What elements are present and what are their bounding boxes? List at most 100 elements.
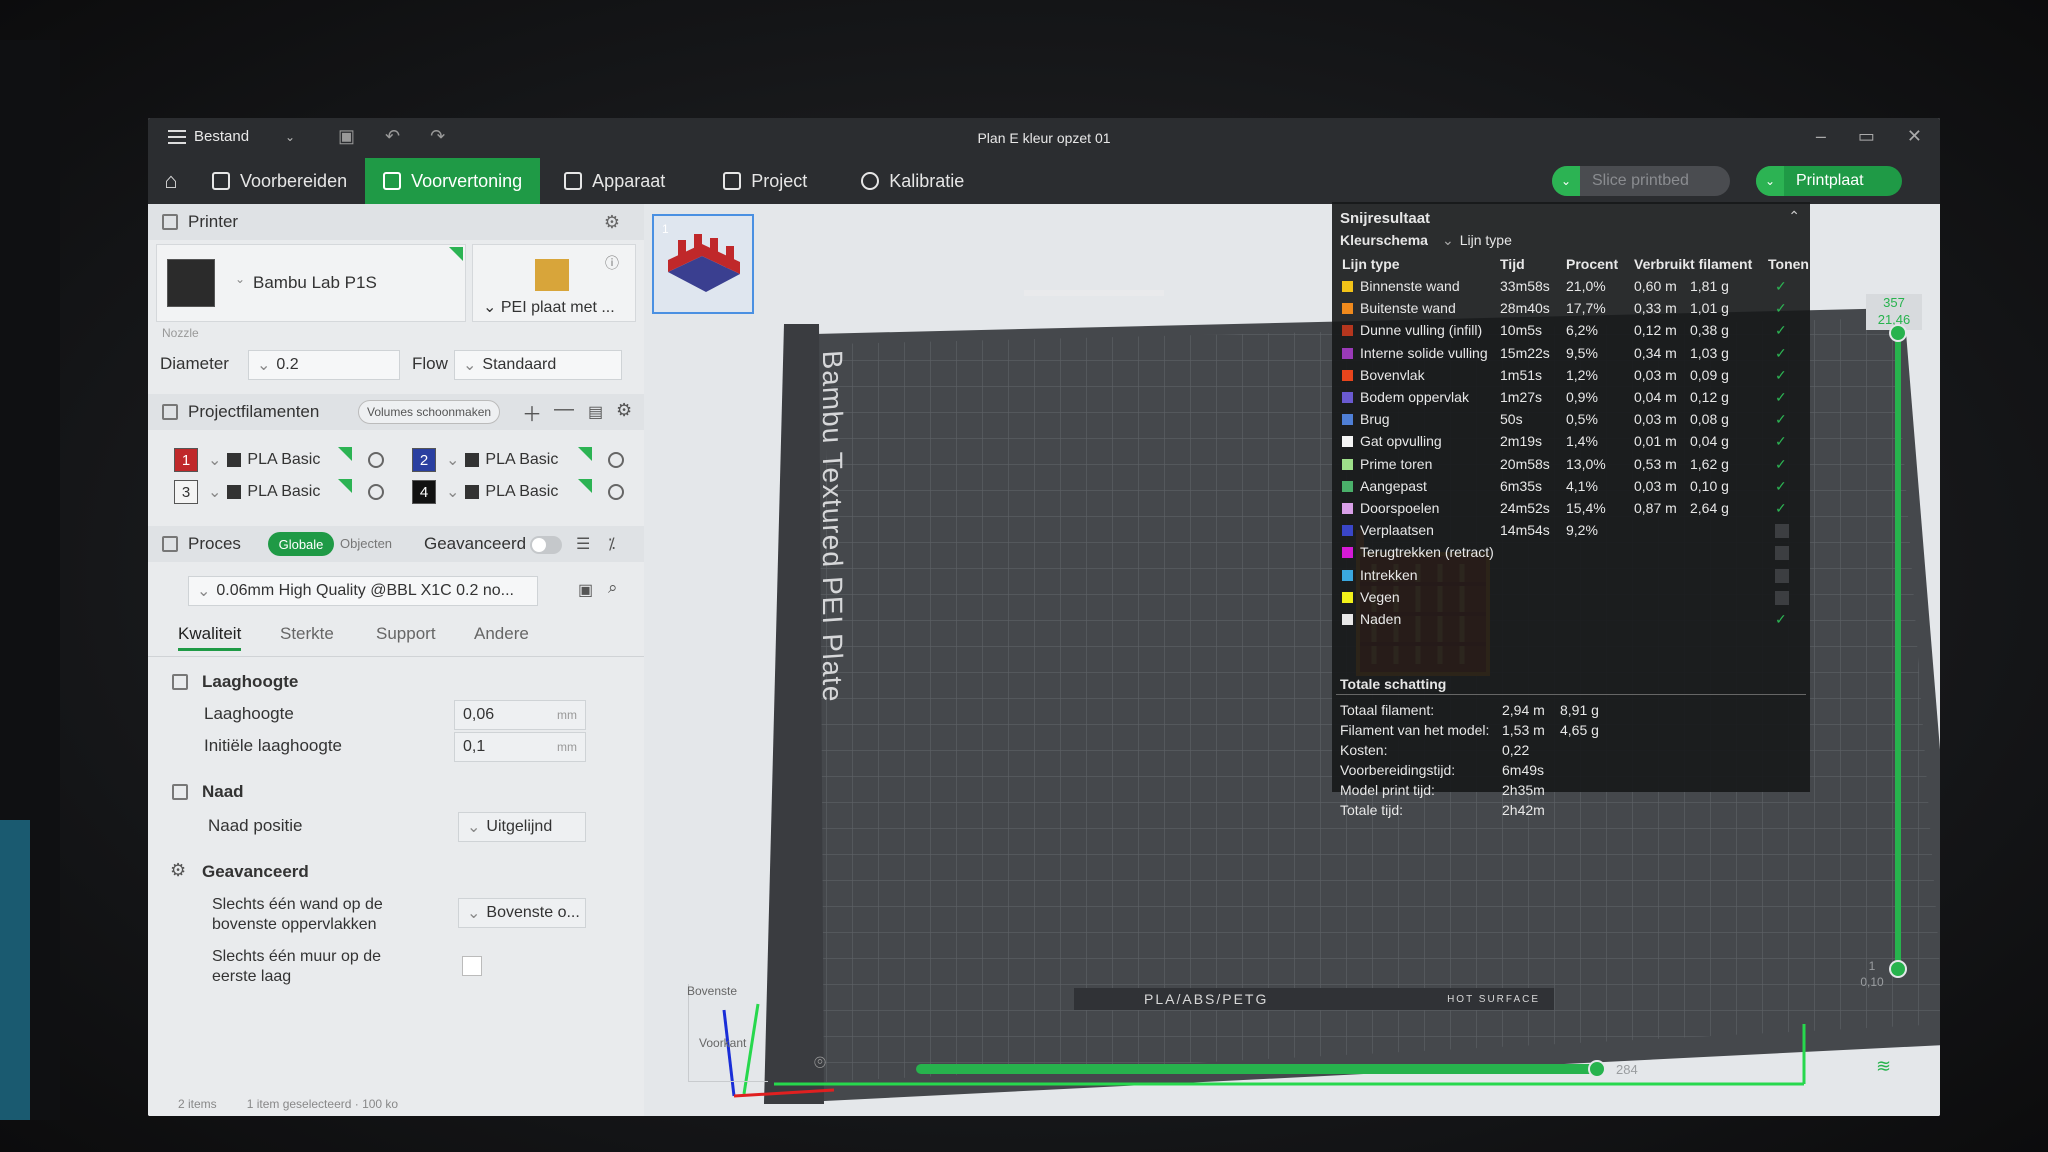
filament-select-1[interactable]: ⌄ PLA Basic: [208, 446, 320, 474]
visibility-checkbox[interactable]: ✓: [1775, 611, 1787, 628]
visibility-checkbox[interactable]: ✓: [1775, 433, 1787, 450]
slice-button[interactable]: ⌄ Slice printbed: [1552, 166, 1730, 196]
cell-name: Terugtrekken (retract): [1360, 544, 1494, 561]
tab-support[interactable]: Support: [376, 624, 436, 644]
tab-other[interactable]: Andere: [474, 624, 529, 644]
visibility-checkbox[interactable]: [1775, 590, 1789, 605]
info-icon[interactable]: ⓘ: [605, 253, 619, 273]
more-options-icon[interactable]: [368, 452, 384, 468]
orientation-cube[interactable]: Bovenste Voorkant: [687, 984, 768, 1082]
tab-calibration[interactable]: Kalibratie: [843, 158, 982, 204]
sync-icon[interactable]: ▤: [588, 402, 603, 422]
cell-name: Vegen: [1360, 588, 1400, 605]
cell-name: Doorspoelen: [1360, 500, 1440, 516]
status-items: 2 items: [178, 1097, 217, 1111]
hot-surface-warning: HOT SURFACE: [1447, 993, 1540, 1005]
layer-top-handle[interactable]: [1889, 324, 1907, 342]
clean-volumes-button[interactable]: Volumes schoonmaken: [358, 400, 501, 424]
filament-select-3[interactable]: ⌄ PLA Basic: [208, 478, 320, 506]
tab-preview[interactable]: Voorvertoning: [365, 158, 541, 204]
tab-quality[interactable]: Kwaliteit: [178, 624, 242, 651]
advanced-toggle[interactable]: [530, 536, 562, 554]
check-corner-icon: [338, 479, 352, 493]
initial-layer-input[interactable]: 0,1 mm: [454, 732, 586, 762]
one-wall-top-select[interactable]: ⌄ Bovenste o...: [458, 898, 586, 928]
tab-prepare[interactable]: Voorbereiden: [194, 158, 365, 204]
home-icon[interactable]: ⌂: [148, 158, 194, 204]
printer-card[interactable]: ⌄ Bambu Lab P1S: [156, 244, 466, 322]
visibility-checkbox[interactable]: [1775, 568, 1789, 583]
plate-text: Bambu Textured PEI Plate: [817, 349, 848, 704]
layer-height-input[interactable]: 0,06 mm: [454, 700, 586, 730]
visibility-checkbox[interactable]: ✓: [1775, 389, 1787, 406]
cell-time: 1m51s: [1500, 366, 1543, 383]
cell-g: 0,12 g: [1690, 389, 1729, 405]
gear-icon[interactable]: ⚙: [604, 212, 620, 233]
visibility-checkbox[interactable]: ✓: [1775, 300, 1787, 317]
tab-global[interactable]: Globale: [268, 532, 334, 556]
cell-name: Aangepast: [1360, 477, 1427, 494]
print-plate-button[interactable]: ⌄ Printplaat: [1756, 166, 1902, 196]
list-icon[interactable]: ☰: [576, 534, 590, 554]
visibility-checkbox[interactable]: ✓: [1775, 367, 1787, 384]
one-wall-first-checkbox[interactable]: [462, 956, 482, 976]
cell-g: 0,04 g: [1690, 433, 1729, 450]
calibration-icon: [861, 172, 880, 190]
visibility-checkbox[interactable]: ✓: [1775, 478, 1787, 495]
tab-device[interactable]: Apparaat: [546, 158, 683, 204]
col-header: Procent: [1566, 256, 1619, 272]
visibility-checkbox[interactable]: ✓: [1775, 345, 1787, 362]
camera-reset-icon[interactable]: ⌾: [814, 1052, 826, 1075]
collapse-icon[interactable]: ⌃: [1788, 208, 1800, 225]
tab-objects[interactable]: Objecten: [340, 536, 392, 551]
visibility-checkbox[interactable]: ✓: [1775, 278, 1787, 295]
visibility-checkbox[interactable]: [1775, 546, 1789, 561]
color-swatch: [1342, 525, 1353, 537]
more-options-icon[interactable]: [368, 484, 384, 500]
filament-select-4[interactable]: ⌄ PLA Basic: [446, 478, 558, 506]
visibility-checkbox[interactable]: ✓: [1775, 456, 1787, 473]
seam-select[interactable]: ⌄ Uitgelijnd: [458, 812, 586, 842]
move-progress-slider[interactable]: [916, 1064, 1596, 1074]
layer-range-slider[interactable]: [1895, 330, 1901, 970]
process-profile-select[interactable]: ⌄ 0.06mm High Quality @BBL X1C 0.2 no...: [188, 576, 538, 606]
cell-g: 2,64 g: [1690, 500, 1729, 516]
filament-select-2[interactable]: ⌄ PLA Basic: [446, 446, 558, 474]
visibility-checkbox[interactable]: ✓: [1775, 322, 1787, 339]
visibility-checkbox[interactable]: ✓: [1775, 500, 1787, 517]
remove-icon[interactable]: —: [554, 398, 574, 421]
section-title: Projectfilamenten: [188, 402, 320, 421]
move-progress-handle[interactable]: [1588, 1060, 1606, 1078]
plate-thumbnail[interactable]: 1: [652, 214, 754, 314]
layers-icon[interactable]: ≋: [1876, 1056, 1891, 1077]
tab-project[interactable]: Project: [705, 158, 825, 204]
add-icon[interactable]: ＋: [522, 398, 542, 427]
compare-icon[interactable]: ⁒: [608, 534, 615, 554]
diameter-select[interactable]: ⌄ 0.2: [248, 350, 400, 380]
maximize-icon[interactable]: ▭: [1858, 126, 1875, 147]
list-icon: [723, 172, 742, 190]
cell-time: 6m35s: [1500, 477, 1543, 494]
cell-time: 15m22s: [1500, 344, 1550, 361]
minimize-icon[interactable]: –: [1816, 126, 1826, 147]
more-options-icon[interactable]: [608, 452, 624, 468]
results-row: Naden ✓: [1332, 609, 1810, 631]
plate-card[interactable]: ⓘ ⌄ PEI plaat met ...: [472, 244, 636, 322]
visibility-checkbox[interactable]: ✓: [1775, 411, 1787, 428]
flow-select[interactable]: ⌄ Standaard: [454, 350, 622, 380]
close-icon[interactable]: ✕: [1907, 126, 1922, 147]
color-scheme-select[interactable]: ⌄ Lijn type: [1442, 232, 1512, 249]
search-icon[interactable]: ⌕: [608, 578, 618, 598]
cell-pct: 21,0%: [1566, 278, 1606, 294]
cell-name: Bovenvlak: [1360, 366, 1425, 383]
results-row: Prime toren 20m58s 13,0% 0,53 m 1,62 g ✓: [1332, 454, 1810, 476]
visibility-checkbox[interactable]: [1775, 524, 1789, 539]
cell-time: 2m19s: [1500, 433, 1543, 450]
save-icon[interactable]: ▣: [578, 580, 593, 600]
flow-value: Standaard: [482, 356, 557, 373]
more-options-icon[interactable]: [608, 484, 624, 500]
chevron-down-icon[interactable]: ⌄: [1552, 166, 1580, 196]
chevron-down-icon[interactable]: ⌄: [1756, 166, 1784, 196]
tab-strength[interactable]: Sterkte: [280, 624, 334, 644]
gear-icon[interactable]: ⚙: [616, 400, 632, 421]
